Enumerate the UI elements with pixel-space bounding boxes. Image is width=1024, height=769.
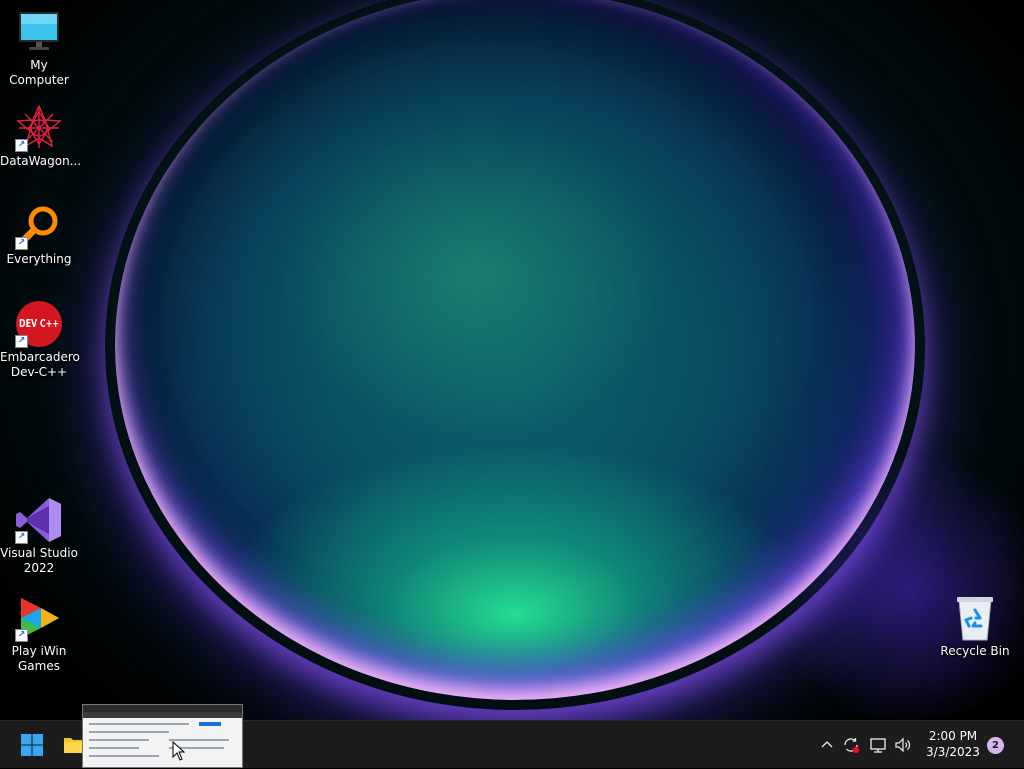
preview-toolbar [83, 712, 242, 718]
taskbar-clock[interactable]: 2:00 PM 3/3/2023 [918, 728, 988, 760]
desktop-wallpaper [0, 0, 1024, 720]
wallpaper-orb [115, 0, 915, 700]
magnifier-icon: ↗ [15, 202, 63, 250]
desktop-icon-visual-studio[interactable]: ↗ Visual Studio 2022 [0, 496, 78, 576]
desktop-icon-my-computer[interactable]: My Computer [0, 8, 78, 88]
sync-icon [844, 738, 860, 754]
network-tray-button[interactable] [866, 733, 890, 757]
network-icon [870, 738, 886, 753]
notification-badge[interactable]: 2 [987, 737, 1004, 754]
preview-titlebar [83, 705, 242, 712]
preview-content-line [89, 723, 189, 725]
start-button[interactable] [10, 721, 54, 769]
recycle-bin-icon [951, 594, 999, 642]
chevron-up-icon [821, 741, 833, 748]
desktop-icon-devcpp[interactable]: DEV C++ ↗ Embarcadero Dev-C++ [0, 300, 80, 380]
desktop-icon-iwin[interactable]: ↗ Play iWin Games [0, 594, 78, 674]
mouse-cursor-icon [172, 741, 186, 761]
shortcut-arrow-icon: ↗ [15, 531, 28, 544]
visual-studio-icon: ↗ [15, 496, 63, 544]
show-hidden-icons-button[interactable] [815, 733, 839, 757]
clock-time: 2:00 PM [928, 729, 978, 743]
desktop-icon-label: Play iWin Games [11, 644, 67, 673]
desktop-icon-label: Recycle Bin [940, 644, 1010, 658]
iwin-play-icon: ↗ [15, 594, 63, 642]
shortcut-arrow-icon: ↗ [15, 139, 28, 152]
desktop-icon-recycle-bin[interactable]: Recycle Bin [936, 594, 1014, 659]
shortcut-arrow-icon: ↗ [15, 335, 28, 348]
shortcut-arrow-icon: ↗ [15, 237, 28, 250]
preview-content-line [89, 755, 159, 757]
sync-tray-button[interactable] [839, 733, 863, 757]
datawagon-icon: ↗ [15, 104, 63, 152]
desktop-icon-label: My Computer [9, 58, 69, 87]
preview-content-line [89, 739, 149, 741]
window-thumbnail-preview[interactable] [82, 704, 243, 768]
devcpp-icon-text: DEV C++ [19, 317, 59, 330]
desktop-icon-label: DataWagon... [0, 154, 82, 168]
preview-button [199, 722, 221, 726]
preview-content-line [89, 747, 139, 749]
desktop-icon-everything[interactable]: ↗ Everything [0, 202, 78, 267]
speaker-icon [895, 737, 911, 753]
clock-date: 3/3/2023 [926, 745, 980, 759]
preview-content-line [89, 731, 169, 733]
desktop-icon-label: Everything [6, 252, 72, 266]
monitor-icon [15, 8, 63, 56]
windows-logo-icon [21, 734, 43, 756]
shortcut-arrow-icon: ↗ [15, 629, 28, 642]
desktop-icon-label: Embarcadero Dev-C++ [0, 350, 80, 379]
desktop-icon-datawagon[interactable]: ↗ DataWagon... [0, 104, 82, 169]
desktop-icon-label: Visual Studio 2022 [0, 546, 78, 575]
volume-tray-button[interactable] [891, 733, 915, 757]
devcpp-icon: DEV C++ ↗ [15, 300, 63, 348]
